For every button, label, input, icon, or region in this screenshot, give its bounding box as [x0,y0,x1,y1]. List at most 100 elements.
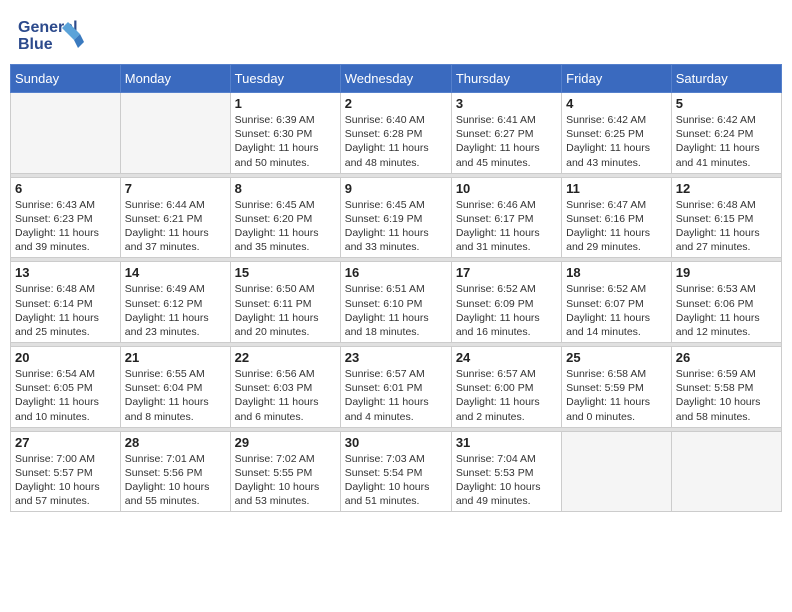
day-info: Sunrise: 6:46 AM Sunset: 6:17 PM Dayligh… [456,198,557,255]
calendar-cell: 20Sunrise: 6:54 AM Sunset: 6:05 PM Dayli… [11,347,121,428]
day-info: Sunrise: 7:00 AM Sunset: 5:57 PM Dayligh… [15,452,116,509]
weekday-header: Sunday [11,65,121,93]
weekday-header-row: SundayMondayTuesdayWednesdayThursdayFrid… [11,65,782,93]
calendar-cell: 5 Sunrise: 6:42 AM Sunset: 6:24 PM Daylig… [671,93,781,174]
calendar-cell: 22 Sunrise: 6:56 AM Sunset: 6:03 PM Dayli… [230,347,340,428]
day-number: 6 [15,181,116,196]
calendar-cell: 7Sunrise: 6:44 AM Sunset: 6:21 PM Daylig… [120,177,230,258]
day-info: Sunrise: 6:57 AM Sunset: 6:01 PM Dayligh… [345,367,447,424]
day-number: 28 [125,435,226,450]
calendar-cell: 24Sunrise: 6:57 AM Sunset: 6:00 PM Dayli… [451,347,561,428]
day-info: Sunrise: 7:02 AM Sunset: 5:55 PM Dayligh… [235,452,336,509]
logo: GeneralBlue [18,14,88,54]
weekday-header: Saturday [671,65,781,93]
calendar-cell: 6 Sunrise: 6:43 AM Sunset: 6:23 PM Daylig… [11,177,121,258]
svg-text:Blue: Blue [18,36,53,53]
day-info: Sunrise: 6:48 AM Sunset: 6:15 PM Dayligh… [676,198,777,255]
day-info: Sunrise: 6:49 AM Sunset: 6:12 PM Dayligh… [125,282,226,339]
day-info: Sunrise: 6:42 AM Sunset: 6:25 PM Dayligh… [566,113,667,170]
day-number: 15 [235,265,336,280]
day-info: Sunrise: 6:58 AM Sunset: 5:59 PM Dayligh… [566,367,667,424]
calendar-cell: 25 Sunrise: 6:58 AM Sunset: 5:59 PM Dayli… [562,347,672,428]
day-info: Sunrise: 6:53 AM Sunset: 6:06 PM Dayligh… [676,282,777,339]
day-number: 4 [566,96,667,111]
calendar-cell [11,93,121,174]
day-number: 10 [456,181,557,196]
calendar-cell: 16Sunrise: 6:51 AM Sunset: 6:10 PM Dayli… [340,262,451,343]
day-info: Sunrise: 6:50 AM Sunset: 6:11 PM Dayligh… [235,282,336,339]
day-info: Sunrise: 6:48 AM Sunset: 6:14 PM Dayligh… [15,282,116,339]
day-info: Sunrise: 6:59 AM Sunset: 5:58 PM Dayligh… [676,367,777,424]
calendar-table: SundayMondayTuesdayWednesdayThursdayFrid… [10,64,782,512]
day-info: Sunrise: 6:56 AM Sunset: 6:03 PM Dayligh… [235,367,336,424]
calendar-cell: 29 Sunrise: 7:02 AM Sunset: 5:55 PM Dayli… [230,431,340,512]
calendar-cell: 12 Sunrise: 6:48 AM Sunset: 6:15 PM Dayli… [671,177,781,258]
calendar-cell: 28 Sunrise: 7:01 AM Sunset: 5:56 PM Dayli… [120,431,230,512]
day-number: 7 [125,181,226,196]
calendar-cell [120,93,230,174]
calendar-cell: 27 Sunrise: 7:00 AM Sunset: 5:57 PM Dayli… [11,431,121,512]
calendar-cell: 8 Sunrise: 6:45 AM Sunset: 6:20 PM Daylig… [230,177,340,258]
calendar-cell: 31Sunrise: 7:04 AM Sunset: 5:53 PM Dayli… [451,431,561,512]
day-number: 13 [15,265,116,280]
weekday-header: Thursday [451,65,561,93]
day-info: Sunrise: 6:52 AM Sunset: 6:09 PM Dayligh… [456,282,557,339]
day-number: 25 [566,350,667,365]
day-number: 8 [235,181,336,196]
day-info: Sunrise: 6:39 AM Sunset: 6:30 PM Dayligh… [235,113,336,170]
day-info: Sunrise: 6:45 AM Sunset: 6:19 PM Dayligh… [345,198,447,255]
day-info: Sunrise: 6:41 AM Sunset: 6:27 PM Dayligh… [456,113,557,170]
calendar-cell: 15 Sunrise: 6:50 AM Sunset: 6:11 PM Dayli… [230,262,340,343]
day-info: Sunrise: 6:51 AM Sunset: 6:10 PM Dayligh… [345,282,447,339]
day-number: 30 [345,435,447,450]
day-number: 17 [456,265,557,280]
calendar-cell: 9 Sunrise: 6:45 AM Sunset: 6:19 PM Daylig… [340,177,451,258]
calendar-cell [671,431,781,512]
day-number: 29 [235,435,336,450]
day-info: Sunrise: 6:40 AM Sunset: 6:28 PM Dayligh… [345,113,447,170]
calendar-cell: 17 Sunrise: 6:52 AM Sunset: 6:09 PM Dayli… [451,262,561,343]
day-number: 9 [345,181,447,196]
calendar-week-row: 20Sunrise: 6:54 AM Sunset: 6:05 PM Dayli… [11,347,782,428]
logo-icon: GeneralBlue [18,14,88,54]
day-number: 14 [125,265,226,280]
day-number: 27 [15,435,116,450]
calendar-cell: 30 Sunrise: 7:03 AM Sunset: 5:54 PM Dayli… [340,431,451,512]
day-info: Sunrise: 7:03 AM Sunset: 5:54 PM Dayligh… [345,452,447,509]
day-number: 23 [345,350,447,365]
day-info: Sunrise: 7:04 AM Sunset: 5:53 PM Dayligh… [456,452,557,509]
day-number: 2 [345,96,447,111]
calendar-cell: 19 Sunrise: 6:53 AM Sunset: 6:06 PM Dayli… [671,262,781,343]
calendar-cell: 2 Sunrise: 6:40 AM Sunset: 6:28 PM Daylig… [340,93,451,174]
calendar-cell: 21 Sunrise: 6:55 AM Sunset: 6:04 PM Dayli… [120,347,230,428]
day-number: 22 [235,350,336,365]
day-info: Sunrise: 6:55 AM Sunset: 6:04 PM Dayligh… [125,367,226,424]
day-number: 24 [456,350,557,365]
calendar-week-row: 27 Sunrise: 7:00 AM Sunset: 5:57 PM Dayli… [11,431,782,512]
day-number: 19 [676,265,777,280]
day-info: Sunrise: 6:45 AM Sunset: 6:20 PM Dayligh… [235,198,336,255]
calendar-cell: 13 Sunrise: 6:48 AM Sunset: 6:14 PM Dayli… [11,262,121,343]
weekday-header: Wednesday [340,65,451,93]
calendar-week-row: 6 Sunrise: 6:43 AM Sunset: 6:23 PM Daylig… [11,177,782,258]
day-number: 3 [456,96,557,111]
day-number: 21 [125,350,226,365]
calendar-cell: 14 Sunrise: 6:49 AM Sunset: 6:12 PM Dayli… [120,262,230,343]
day-info: Sunrise: 6:42 AM Sunset: 6:24 PM Dayligh… [676,113,777,170]
calendar-cell: 4 Sunrise: 6:42 AM Sunset: 6:25 PM Daylig… [562,93,672,174]
calendar-cell: 23 Sunrise: 6:57 AM Sunset: 6:01 PM Dayli… [340,347,451,428]
day-number: 20 [15,350,116,365]
day-info: Sunrise: 6:43 AM Sunset: 6:23 PM Dayligh… [15,198,116,255]
calendar-cell: 1 Sunrise: 6:39 AM Sunset: 6:30 PM Daylig… [230,93,340,174]
day-number: 18 [566,265,667,280]
calendar-week-row: 1 Sunrise: 6:39 AM Sunset: 6:30 PM Daylig… [11,93,782,174]
day-info: Sunrise: 7:01 AM Sunset: 5:56 PM Dayligh… [125,452,226,509]
page-header: GeneralBlue [10,10,782,58]
calendar-cell: 26Sunrise: 6:59 AM Sunset: 5:58 PM Dayli… [671,347,781,428]
day-number: 12 [676,181,777,196]
day-info: Sunrise: 6:52 AM Sunset: 6:07 PM Dayligh… [566,282,667,339]
day-number: 5 [676,96,777,111]
calendar-week-row: 13 Sunrise: 6:48 AM Sunset: 6:14 PM Dayli… [11,262,782,343]
weekday-header: Monday [120,65,230,93]
day-number: 1 [235,96,336,111]
